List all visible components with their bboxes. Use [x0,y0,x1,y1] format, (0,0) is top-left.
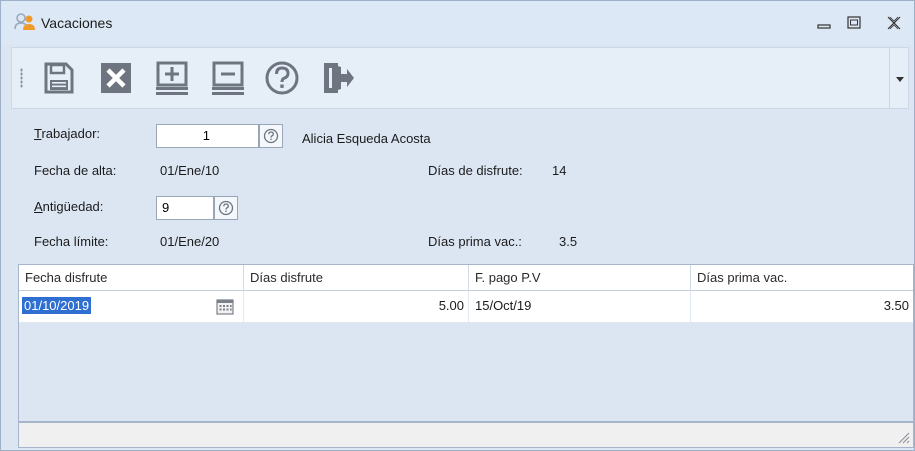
antiguedad-label: Antigüedad: [34,199,104,214]
question-icon[interactable] [262,58,302,98]
close-icon[interactable] [883,13,905,33]
x-icon[interactable] [96,58,136,98]
cell-f-pago[interactable]: 15/Oct/19 [469,291,691,322]
floppy-disk-icon[interactable] [38,58,78,98]
column-header-dias-disfrute[interactable]: Días disfrute [244,265,469,291]
exit-door-icon[interactable] [317,58,357,98]
toolbar-grip[interactable] [20,68,23,88]
table-row[interactable]: 01/10/2019 5.00 15/Oct/19 3.50 [19,291,913,323]
fecha-alta-value: 01/Ene/10 [160,163,220,178]
column-header-f-pago[interactable]: F. pago P.V [469,265,691,291]
column-header-fecha-disfrute[interactable]: Fecha disfrute [19,265,244,291]
question-circle-icon [218,200,234,216]
antiguedad-help-button[interactable] [214,196,238,220]
chevron-down-icon [896,77,904,82]
antiguedad-field[interactable]: 9 [156,196,214,220]
fecha-limite-value: 01/Ene/20 [160,234,220,249]
dias-disfrute-value: 14 [552,163,567,178]
question-circle-icon [263,128,279,144]
dias-prima-value: 3.5 [559,234,578,249]
minimize-icon[interactable] [813,13,835,33]
cell-dias-disfrute[interactable]: 5.00 [244,291,469,322]
dias-disfrute-label: Días de disfrute: [428,163,523,178]
calendar-icon[interactable] [216,298,234,315]
trabajador-field[interactable]: 1 [156,124,259,148]
title-bar: Vacaciones [1,1,914,45]
resize-grip-icon[interactable] [896,430,910,444]
restore-icon[interactable] [843,13,865,33]
vacation-grid: Fecha disfrute Días disfrute F. pago P.V… [18,264,914,422]
cell-fecha-disfrute[interactable]: 01/10/2019 [19,291,244,322]
fecha-alta-label: Fecha de alta: [34,163,117,178]
fecha-limite-label: Fecha límite: [34,234,109,249]
window-title: Vacaciones [41,15,113,31]
vacaciones-window: Vacaciones Trabajador: 1 Alicia Esqueda … [0,0,915,451]
trabajador-help-button[interactable] [259,124,283,148]
toolbar-overflow-button[interactable] [889,48,909,108]
dias-prima-label: Días prima vac.: [428,234,522,249]
fecha-disfrute-input[interactable]: 01/10/2019 [22,297,92,314]
toolbar [11,47,909,109]
status-bar [18,422,914,448]
trabajador-label: Trabajador: [34,126,101,141]
grid-header: Fecha disfrute Días disfrute F. pago P.V… [19,265,913,291]
add-record-icon[interactable] [152,58,192,98]
users-icon [14,13,35,30]
remove-record-icon[interactable] [208,58,248,98]
cell-dias-prima[interactable]: 3.50 [691,291,913,322]
column-header-dias-prima[interactable]: Días prima vac. [691,265,913,291]
trabajador-name: Alicia Esqueda Acosta [302,131,431,146]
